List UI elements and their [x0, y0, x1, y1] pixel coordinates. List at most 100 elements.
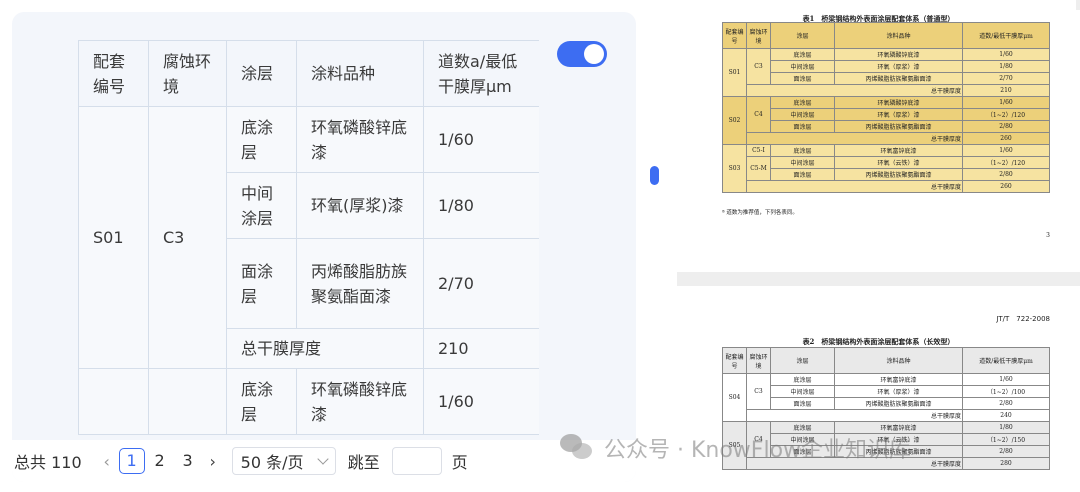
page-button-2[interactable]: 2 — [147, 448, 173, 474]
jump-label: 跳至 — [347, 453, 380, 472]
table-row: C5-M 中间涂层 环氧（云铁）漆 （1~2）/120 — [723, 156, 1050, 181]
header-spec: 道数a/最低干膜厚μm — [423, 40, 539, 107]
cell-layer: 中间涂层 — [226, 172, 297, 239]
table-row: 面涂层 丙烯酸脂肪族聚氨酯面漆 2/80 — [723, 168, 1050, 181]
doc1-total: 210 — [962, 84, 1050, 97]
table-row: 总干膜厚度 260 — [723, 180, 1050, 193]
doc1-cell: 2/80 — [962, 168, 1050, 181]
jump-page-input[interactable] — [391, 447, 442, 475]
doc2-header-cell: 腐蚀环境 — [746, 347, 771, 374]
doc1-header-row: 配套编号 腐蚀环境 涂层 涂料品种 道数/最低干膜厚μm — [722, 22, 1050, 49]
cell-layer: 底涂层 — [226, 368, 297, 435]
enable-chunk-toggle[interactable] — [557, 41, 607, 67]
doc1-code: S02 — [722, 96, 747, 145]
doc1-total-label: 总干膜厚度 — [746, 84, 963, 97]
chevron-left-icon[interactable]: ‹ — [96, 452, 118, 471]
doc2-cell: 2/80 — [962, 445, 1050, 458]
header-env: 腐蚀环境 — [148, 40, 227, 107]
doc1-header-cell: 涂层 — [770, 22, 835, 49]
doc1-cell: 2/70 — [962, 72, 1050, 85]
chevron-right-icon[interactable]: › — [202, 452, 224, 471]
cell-env — [148, 368, 227, 435]
page-size-value: 50 条/页 — [240, 453, 304, 472]
doc2-cell: 丙烯酸脂肪族聚氨酯面漆 — [834, 397, 963, 410]
page-size-select[interactable]: 50 条/页 — [231, 447, 336, 475]
cell-product: 丙烯酸脂肪族聚氨酯面漆 — [296, 238, 424, 329]
doc1-cell: 1/80 — [962, 60, 1050, 73]
chevron-down-icon — [316, 453, 329, 465]
doc2-env: C3 — [746, 373, 771, 410]
cell-spec: 1/60 — [423, 106, 539, 173]
doc1-total: 260 — [962, 180, 1050, 193]
doc1-cell: 2/80 — [962, 120, 1050, 133]
doc2-header-row: 配套编号 腐蚀环境 涂层 涂料品种 道数/最低干膜厚μm — [722, 347, 1050, 374]
doc1-cell: 环氧（厚浆）漆 — [834, 108, 963, 121]
doc2-header-cell: 涂层 — [770, 347, 835, 374]
doc1-total-label: 总干膜厚度 — [746, 132, 963, 145]
cell-total-label: 总干膜厚度 — [226, 328, 424, 369]
doc1-cell: 丙烯酸脂肪族聚氨酯面漆 — [834, 120, 963, 133]
doc1-cell: 环氧磷酸锌底漆 — [834, 96, 963, 109]
cell-product: 环氧(厚浆)漆 — [296, 172, 424, 239]
doc1-header-cell: 腐蚀环境 — [746, 22, 771, 49]
cell-total: 210 — [423, 328, 539, 369]
doc2-header-cell: 涂料品种 — [834, 347, 963, 374]
table-row: 总干膜厚度 240 — [723, 409, 1050, 422]
doc1-note: ª 道数为推荐值，下列各表同。 — [722, 210, 798, 216]
table-row: 总干膜厚度 210 — [723, 84, 1050, 97]
total-count: 总共 110 — [14, 453, 82, 472]
cell-spec: 1/60 — [423, 368, 539, 435]
chunk-table: 配套编号 腐蚀环境 涂层 涂料品种 道数a/最低干膜厚μm S01 C3 底涂层… — [78, 40, 539, 435]
header-product: 涂料品种 — [296, 40, 424, 107]
doc-gap — [677, 272, 1080, 286]
doc1-page-number: 3 — [1046, 232, 1050, 239]
table-header-row: 配套编号 腐蚀环境 涂层 涂料品种 道数a/最低干膜厚μm — [78, 40, 539, 107]
doc1-cell: 环氧（厚浆）漆 — [834, 60, 963, 73]
doc1-cell: 环氧磷酸锌底漆 — [834, 48, 963, 61]
cell-spec: 2/70 — [423, 238, 539, 329]
doc2-standard-code: JT/T 722-2008 — [996, 315, 1050, 323]
doc1-cell: 中间涂层 — [770, 108, 835, 121]
pagination: 总共 110 ‹ 1 2 3 › 50 条/页 跳至 页 — [12, 440, 636, 482]
doc1-cell: 1/60 — [962, 96, 1050, 109]
toggle-knob — [584, 44, 604, 64]
cell-layer: 底涂层 — [226, 106, 297, 173]
doc2-total: 240 — [962, 409, 1050, 422]
page-button-1[interactable]: 1 — [118, 448, 145, 474]
page-button-3[interactable]: 3 — [175, 448, 201, 474]
doc1-code: S03 — [722, 144, 747, 193]
doc2-total: 280 — [962, 457, 1050, 470]
cell-code — [78, 368, 149, 435]
doc1-cell: 1/60 — [962, 48, 1050, 61]
cell-product: 环氧磷酸锌底漆 — [296, 106, 424, 173]
table-row: 面涂层 丙烯酸脂肪族聚氨酯面漆 2/80 — [723, 397, 1050, 410]
wechat-icon — [560, 434, 594, 462]
doc1-env: C3 — [746, 48, 771, 85]
doc2-cell: 环氧富锌底漆 — [834, 373, 963, 386]
doc1-cell: 底涂层 — [770, 48, 835, 61]
watermark-text: 公众号 · KnowFlow企业知识库 — [604, 438, 912, 463]
table-row: 中间涂层 环氧（厚浆）漆 1/80 — [723, 60, 1050, 73]
doc2-title: 表2 桥梁钢结构外表面涂层配套体系（长效型） — [802, 337, 955, 346]
document-page-1[interactable]: 表1 桥梁钢结构外表面涂层配套体系（普通型） 配套编号 腐蚀环境 涂层 涂料品种… — [677, 10, 1080, 272]
doc2-cell: （1~2）/100 — [962, 385, 1050, 398]
table-row: 中间涂层 环氧（厚浆）漆 （1~2）/100 — [723, 385, 1050, 398]
watermark: 公众号 · KnowFlow企业知识库 — [560, 428, 911, 468]
doc2-cell: 中间涂层 — [770, 385, 835, 398]
doc2-code: S04 — [722, 373, 747, 422]
cell-spec: 1/80 — [423, 172, 539, 239]
chunk-table-viewport[interactable]: 配套编号 腐蚀环境 涂层 涂料品种 道数a/最低干膜厚μm S01 C3 底涂层… — [78, 40, 539, 442]
doc1-cell: 丙烯酸脂肪族聚氨酯面漆 — [834, 168, 963, 181]
doc1-env2: C5-M — [746, 156, 771, 181]
doc1-env: C4 — [746, 96, 771, 133]
table-row: 中间涂层 环氧（厚浆）漆 （1~2）/120 — [723, 108, 1050, 121]
doc1-header-cell: 涂料品种 — [834, 22, 963, 49]
doc2-cell: 1/60 — [962, 373, 1050, 386]
doc2-cell: 面涂层 — [770, 397, 835, 410]
scrollbar-handle[interactable] — [650, 166, 659, 185]
doc2-total-label: 总干膜厚度 — [746, 409, 963, 422]
doc2-cell: 2/80 — [962, 397, 1050, 410]
header-code: 配套编号 — [78, 40, 149, 107]
table-row: S01 C3 底涂层 环氧磷酸锌底漆 1/60 — [78, 106, 539, 369]
doc1-cell: 丙烯酸脂肪族聚氨酯面漆 — [834, 72, 963, 85]
